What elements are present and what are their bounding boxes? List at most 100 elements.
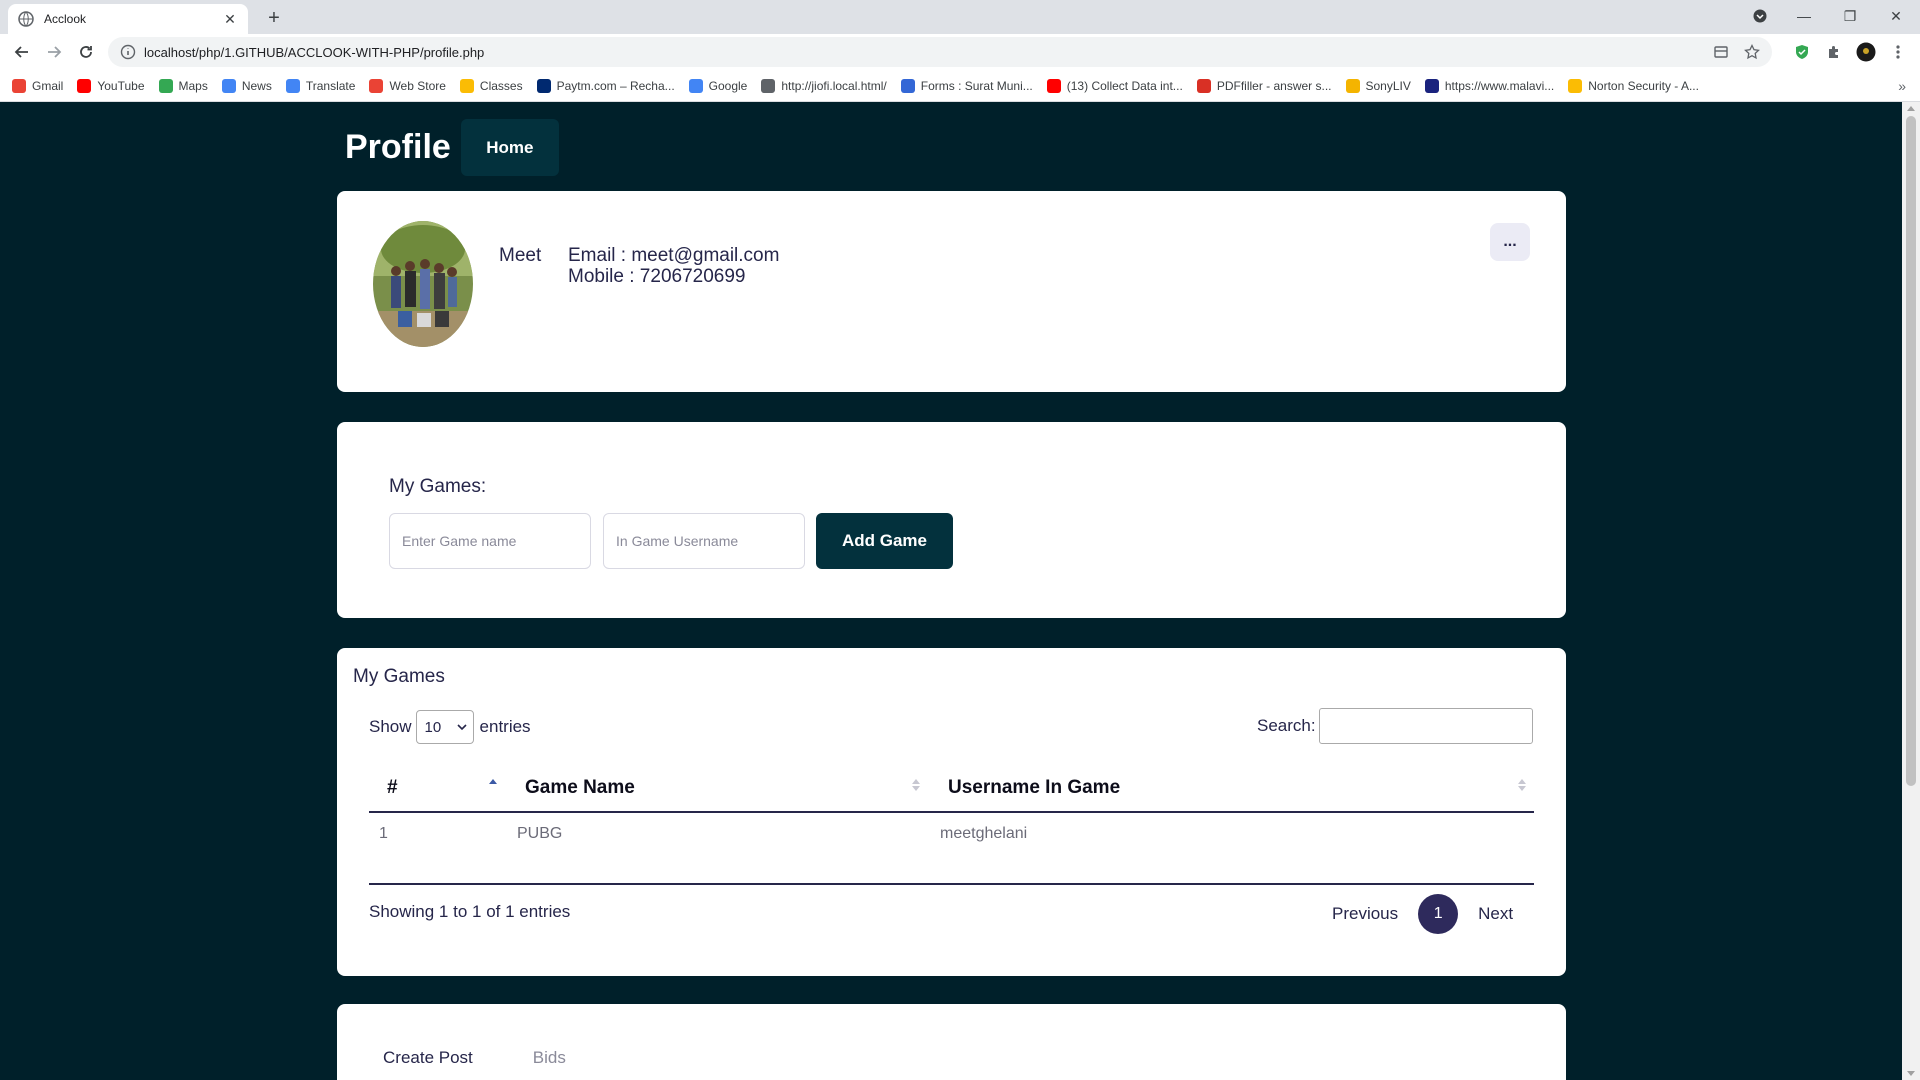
page-1-button[interactable]: 1	[1418, 894, 1459, 934]
page-title: Profile	[345, 128, 451, 166]
bookmark-item[interactable]: Google	[688, 78, 747, 93]
next-page-button[interactable]: Next	[1478, 904, 1513, 924]
table-row: 1 PUBG meetghelani	[369, 813, 1534, 885]
bookmark-favicon-icon	[158, 78, 173, 93]
profile-avatar-icon[interactable]	[1854, 40, 1878, 64]
new-tab-icon[interactable]: +	[262, 6, 286, 30]
bookmark-label: Forms : Surat Muni...	[920, 78, 1033, 93]
bookmark-label: (13) Collect Data int...	[1066, 78, 1183, 93]
bookmark-item[interactable]: Forms : Surat Muni...	[900, 78, 1033, 93]
bookmark-favicon-icon	[369, 78, 384, 93]
minimize-icon[interactable]: —	[1792, 4, 1816, 28]
column-header-label: Game Name	[525, 776, 635, 798]
bookmark-favicon-icon	[761, 78, 776, 93]
sort-asc-icon	[489, 779, 497, 791]
column-header-number[interactable]: #	[369, 763, 505, 812]
profile-name: Meet	[499, 245, 542, 266]
window-close-icon[interactable]: ✕	[1884, 4, 1908, 28]
close-tab-icon[interactable]: ✕	[222, 11, 238, 28]
games-table-title: My Games	[353, 666, 445, 687]
tab-search-icon[interactable]	[1748, 4, 1772, 28]
info-icon[interactable]	[120, 44, 136, 60]
pagination: Previous 1 Next	[1332, 894, 1513, 934]
url-text[interactable]: localhost/php/1.GITHUB/ACCLOOK-WITH-PHP/…	[144, 45, 1714, 60]
column-header-label: #	[387, 776, 398, 798]
bookmark-favicon-icon	[1046, 78, 1061, 93]
bookmark-favicon-icon	[688, 78, 703, 93]
bookmark-item[interactable]: Norton Security - A...	[1568, 78, 1699, 93]
bookmark-star-icon[interactable]	[1744, 44, 1760, 60]
column-header-game-name[interactable]: Game Name	[505, 763, 928, 812]
bookmark-item[interactable]: PDFfiller - answer s...	[1196, 78, 1332, 93]
bookmark-favicon-icon	[536, 78, 551, 93]
profile-contact: Email : meet@gmail.com Mobile : 72067206…	[568, 245, 779, 287]
page-scrollbar[interactable]	[1902, 102, 1920, 1080]
bookmark-label: PDFfiller - answer s...	[1216, 78, 1332, 93]
profile-email: Email : meet@gmail.com	[568, 245, 780, 266]
search-label: Search:	[1257, 716, 1316, 735]
bookmark-item[interactable]: Translate	[285, 78, 355, 93]
show-label: Show	[369, 717, 412, 736]
scroll-up-icon[interactable]	[1907, 106, 1915, 111]
bookmark-item[interactable]: YouTube	[77, 78, 145, 93]
bookmark-label: SonyLIV	[1365, 78, 1411, 93]
bookmark-item[interactable]: http://jiofi.local.html/	[761, 78, 887, 93]
scrollbar-thumb[interactable]	[1906, 116, 1916, 786]
browser-tab[interactable]: Acclook ✕	[8, 4, 248, 34]
shield-extension-icon[interactable]	[1790, 40, 1814, 64]
forward-icon[interactable]	[42, 40, 66, 64]
extensions-puzzle-icon[interactable]	[1822, 40, 1846, 64]
bookmark-favicon-icon	[459, 78, 474, 93]
chevron-down-icon	[456, 724, 467, 731]
tab-bids[interactable]: Bids	[533, 1048, 566, 1068]
search-input[interactable]	[1318, 708, 1533, 744]
cell-game-name: PUBG	[517, 825, 563, 842]
restore-icon[interactable]: ❐	[1838, 4, 1862, 28]
bookmark-item[interactable]: (13) Collect Data int...	[1046, 78, 1183, 93]
tab-create-post[interactable]: Create Post	[383, 1048, 473, 1068]
add-game-heading: My Games:	[389, 476, 487, 497]
page-length-value: 10	[424, 718, 442, 736]
home-button[interactable]: Home	[460, 119, 559, 176]
bookmark-label: Maps	[178, 78, 208, 93]
browser-menu-icon[interactable]	[1886, 40, 1910, 64]
bookmarks-bar: Gmail YouTube Maps News Translate Web Store Cl…	[0, 70, 1920, 102]
browser-toolbar: localhost/php/1.GITHUB/ACCLOOK-WITH-PHP/…	[0, 34, 1920, 70]
bookmark-item[interactable]: Maps	[158, 78, 208, 93]
column-header-label: Username In Game	[948, 776, 1121, 798]
bookmark-favicon-icon	[77, 78, 92, 93]
more-bookmarks-icon[interactable]: »	[1898, 78, 1906, 94]
table-search: Search:	[1257, 708, 1533, 744]
address-bar[interactable]: localhost/php/1.GITHUB/ACCLOOK-WITH-PHP/…	[108, 37, 1772, 67]
bookmark-item[interactable]: Web Store	[369, 78, 446, 93]
bookmark-label: http://jiofi.local.html/	[781, 78, 887, 93]
bookmark-favicon-icon	[1345, 78, 1360, 93]
reload-icon[interactable]	[74, 40, 98, 64]
bookmark-item[interactable]: SonyLIV	[1345, 78, 1411, 93]
scroll-down-icon[interactable]	[1907, 1071, 1915, 1076]
bookmark-item[interactable]: Classes	[459, 78, 523, 93]
page-body: Profile Home Meet Email: meet@gmail.com…	[0, 102, 1902, 1080]
game-name-input[interactable]	[389, 513, 591, 569]
bookmark-item[interactable]: https://www.malavi...	[1424, 78, 1554, 93]
post-card: Create Post Bids	[337, 1004, 1566, 1080]
add-game-button[interactable]: Add Game	[816, 513, 953, 569]
bookmark-label: Gmail	[32, 78, 64, 93]
page-length-select[interactable]: 10	[415, 710, 474, 744]
table-info: Showing 1 to 1 of 1 entries	[369, 902, 571, 921]
column-header-username[interactable]: Username In Game	[928, 763, 1534, 812]
sort-icon	[1518, 779, 1526, 791]
bookmark-item[interactable]: News	[221, 78, 272, 93]
game-username-input[interactable]	[603, 513, 805, 569]
previous-page-button[interactable]: Previous	[1332, 904, 1398, 924]
bookmark-item[interactable]: Paytm.com – Recha...	[536, 78, 675, 93]
entries-label: entries	[479, 717, 531, 736]
back-icon[interactable]	[10, 40, 34, 64]
reading-mode-icon[interactable]	[1714, 45, 1728, 59]
add-game-card: My Games: Add Game	[337, 422, 1566, 618]
table-header: # Game Name Username In Game	[369, 764, 1534, 813]
page-header: Profile Home	[345, 119, 559, 176]
more-options-button[interactable]: ...	[1490, 223, 1530, 261]
games-table: # Game Name Username In Game 1 PUBG meet…	[369, 764, 1534, 885]
bookmark-item[interactable]: Gmail	[12, 78, 64, 93]
